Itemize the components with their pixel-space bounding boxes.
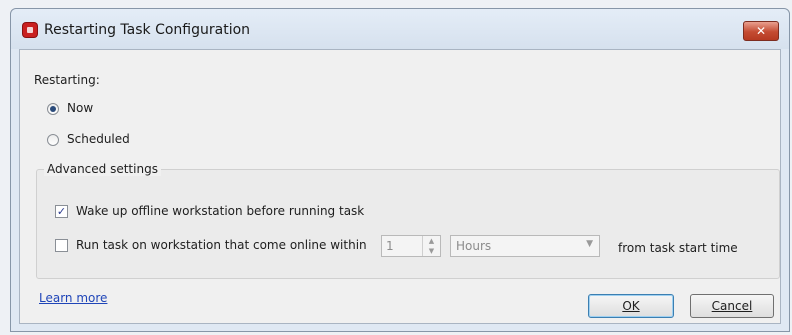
app-icon bbox=[23, 23, 37, 37]
radio-scheduled-indicator[interactable] bbox=[47, 134, 59, 146]
cancel-button[interactable]: Cancel bbox=[690, 294, 774, 318]
radio-scheduled-label[interactable]: Scheduled bbox=[67, 132, 130, 146]
run-task-label[interactable]: Run task on workstation that come online… bbox=[76, 238, 367, 252]
restarting-label: Restarting: bbox=[34, 73, 100, 87]
time-unit-select[interactable]: Hours ▼ bbox=[450, 235, 600, 257]
close-button[interactable]: ✕ bbox=[743, 21, 779, 41]
stepper-buttons[interactable]: ▲ ▼ bbox=[422, 236, 440, 256]
learn-more-link[interactable]: Learn more bbox=[39, 291, 107, 305]
dialog-body: Restarting: Now Scheduled Advanced setti… bbox=[19, 49, 781, 324]
ok-button-label: OK bbox=[622, 299, 640, 313]
radio-now-indicator[interactable] bbox=[47, 103, 59, 115]
advanced-settings-group: Advanced settings ✓ Wake up offline work… bbox=[36, 162, 780, 279]
check-icon: ✓ bbox=[56, 205, 67, 218]
ok-button[interactable]: OK bbox=[588, 294, 674, 318]
hours-stepper[interactable]: 1 ▲ ▼ bbox=[381, 235, 441, 257]
from-task-start-label: from task start time bbox=[618, 241, 738, 255]
advanced-settings-title: Advanced settings bbox=[44, 162, 161, 176]
time-unit-value: Hours bbox=[456, 239, 492, 253]
window-title: Restarting Task Configuration bbox=[44, 22, 251, 38]
wake-up-label[interactable]: Wake up offline workstation before runni… bbox=[76, 204, 364, 218]
radio-now-label[interactable]: Now bbox=[67, 101, 93, 115]
chevron-down-icon: ▼ bbox=[586, 239, 593, 249]
cancel-button-label: Cancel bbox=[711, 299, 753, 313]
spin-up-icon[interactable]: ▲ bbox=[423, 236, 440, 246]
close-icon: ✕ bbox=[755, 24, 767, 38]
dialog-window: Restarting Task Configuration ✕ Restarti… bbox=[10, 8, 790, 332]
title-bar[interactable]: Restarting Task Configuration ✕ bbox=[11, 9, 789, 49]
run-task-checkbox[interactable] bbox=[55, 239, 68, 252]
spin-down-icon[interactable]: ▼ bbox=[423, 246, 440, 256]
wake-up-checkbox[interactable]: ✓ bbox=[55, 205, 68, 218]
stepper-value: 1 bbox=[386, 239, 394, 253]
